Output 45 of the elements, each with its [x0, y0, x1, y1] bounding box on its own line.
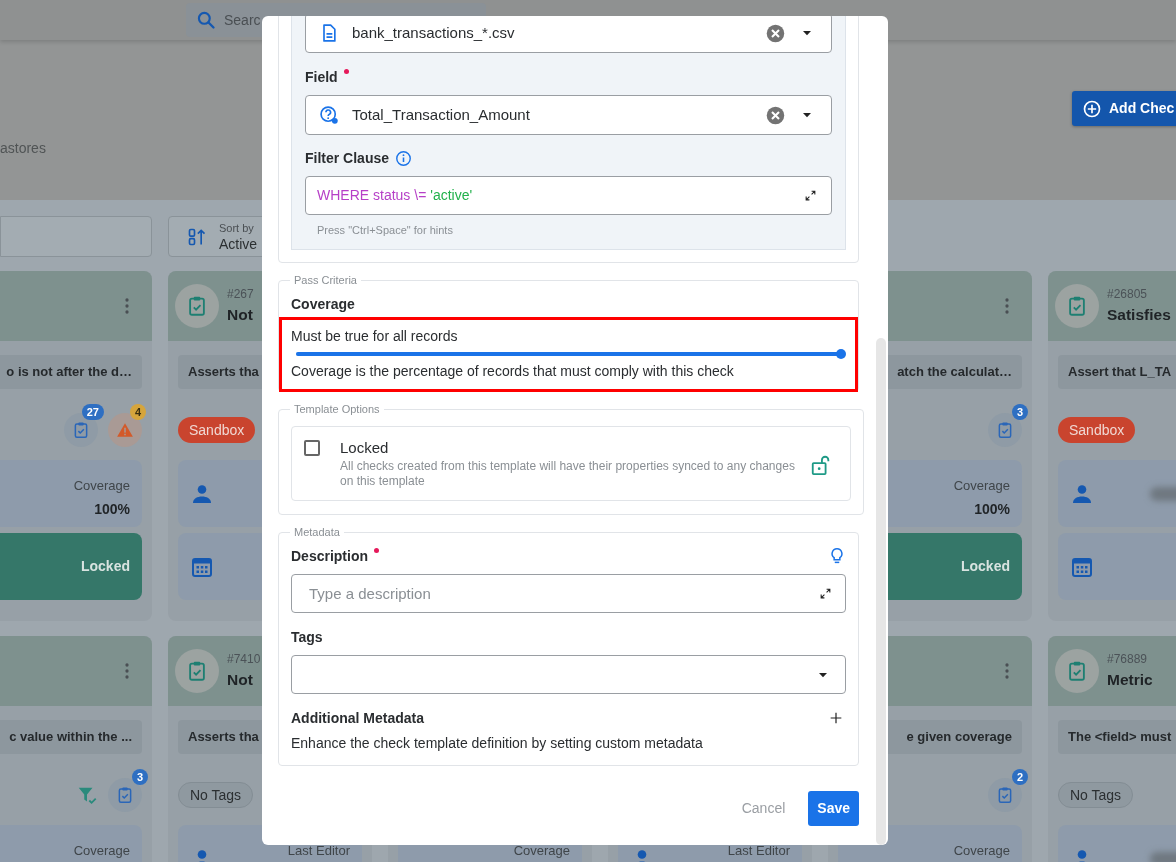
section-legend: Pass Criteria: [290, 273, 361, 287]
no-tags-chip: No Tags: [1058, 782, 1134, 808]
check-title: Not: [227, 305, 254, 326]
count-badge: 4: [129, 404, 146, 420]
locked-label: Locked: [81, 557, 130, 576]
locked-label: Locked: [961, 557, 1010, 576]
no-tags-chip: No Tags: [178, 782, 254, 808]
sort-label: Sort by: [219, 222, 255, 234]
panel-value: 100%: [94, 499, 130, 519]
code-text: WHERE status \= 'active': [317, 186, 474, 205]
section-legend: Metadata: [290, 525, 344, 539]
check-id: #76889: [1107, 651, 1149, 669]
check-id: #267: [227, 286, 254, 304]
field-label: Filter Clause: [305, 148, 390, 168]
panel-label: Coverage: [73, 477, 130, 495]
check-description: Assert that L_TA: [1058, 355, 1176, 389]
field-label: Coverage: [291, 295, 356, 314]
check-description: o is not after the d…: [0, 355, 142, 389]
slider-caption: Must be true for all records: [291, 327, 459, 346]
field-label: Field: [305, 68, 338, 87]
check-id: #26805: [1107, 286, 1149, 304]
check-title: Satisfies: [1107, 305, 1171, 326]
sort-value: Active: [219, 236, 258, 251]
section-legend: Template Options: [290, 402, 384, 416]
option-label: Locked: [340, 439, 390, 457]
panel-label: Coverage: [73, 842, 130, 860]
count-badge: 27: [81, 404, 104, 420]
count-badge: 3: [131, 769, 148, 785]
option-description: All checks created from this template will have their properties synced to any changes on this template: [340, 459, 796, 489]
check-title: Metric: [1107, 670, 1153, 691]
panel-value: 100%: [974, 499, 1010, 519]
panel-label: Coverage: [513, 842, 570, 860]
hint-text: Press "Ctrl+Space" for hints: [317, 223, 454, 237]
check-description: The <field> must: [1058, 720, 1176, 754]
panel-label: Last Editor: [287, 842, 350, 860]
field-label: Description: [291, 547, 368, 566]
panel-label: Coverage: [953, 477, 1010, 495]
field-label: Tags: [291, 628, 323, 647]
panel-label: Coverage: [953, 842, 1010, 860]
panel-label: Last Editor: [727, 842, 790, 860]
count-badge: 2: [1011, 769, 1028, 785]
check-description: c value within the ...: [0, 720, 142, 754]
check-title: Not: [227, 670, 254, 691]
check-id: #7410: [227, 651, 261, 669]
count-badge: 3: [1011, 404, 1028, 420]
